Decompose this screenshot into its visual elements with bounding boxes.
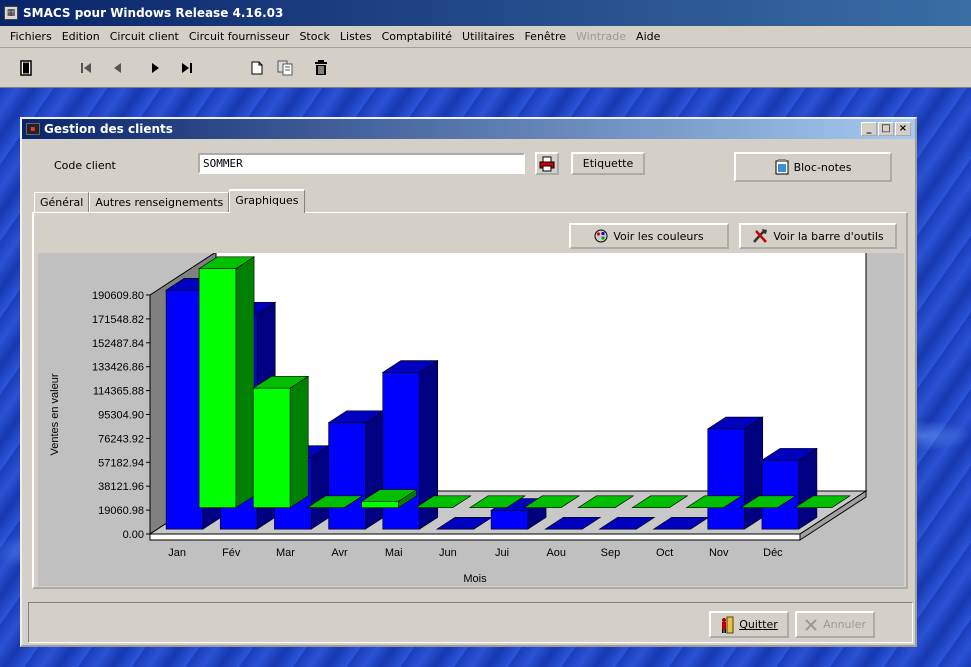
- bar: [361, 501, 399, 508]
- y-tick-label: 57182.94: [98, 457, 144, 469]
- tab-general[interactable]: Général: [34, 192, 90, 212]
- window-title-bar[interactable]: ▪ Gestion des clients _ □ ×: [22, 119, 915, 139]
- y-tick-label: 114365.88: [93, 386, 144, 398]
- bar: [490, 510, 529, 530]
- print-button[interactable]: [535, 152, 559, 175]
- y-tick-label: 38121.96: [98, 481, 144, 493]
- menu-edition[interactable]: Edition: [57, 30, 105, 43]
- tools-icon: [753, 229, 768, 243]
- first-record-icon[interactable]: [77, 59, 95, 77]
- y-tick-label: 190609.80: [92, 290, 144, 302]
- y-tick-label: 0.00: [123, 529, 144, 541]
- menu-utilitaires[interactable]: Utilitaires: [457, 30, 519, 43]
- delete-trash-icon[interactable]: [312, 59, 330, 77]
- bloc-notes-label: Bloc-notes: [793, 160, 852, 174]
- x-tick-label: Jun: [439, 547, 457, 559]
- notepad-icon: [775, 159, 789, 175]
- x-tick-label: Aou: [546, 547, 566, 559]
- y-tick-label: 95304.90: [98, 410, 144, 422]
- graphiques-panel: Voir les couleurs Voir la barre d'outils…: [32, 212, 908, 589]
- printer-icon: [539, 156, 555, 171]
- close-button[interactable]: ×: [895, 122, 911, 136]
- x-tick-label: Déc: [763, 547, 783, 559]
- x-tick-label: Fév: [222, 547, 241, 559]
- new-document-icon[interactable]: [248, 59, 266, 77]
- code-client-field[interactable]: SOMMER: [198, 153, 525, 174]
- x-tick-label: Jui: [495, 547, 509, 559]
- calculator-icon: ▦: [4, 6, 18, 20]
- toolbar: [0, 48, 971, 88]
- palette-icon: [594, 229, 608, 243]
- gestion-clients-window: ▪ Gestion des clients _ □ × Code client …: [20, 117, 917, 647]
- etiquette-label: Etiquette: [582, 157, 634, 170]
- menu-comptabilite[interactable]: Comptabilité: [377, 30, 457, 43]
- menu-aide[interactable]: Aide: [631, 30, 665, 43]
- quitter-button[interactable]: Quitter: [709, 611, 789, 638]
- annuler-label: Annuler: [823, 618, 866, 631]
- menu-bar: Fichiers Edition Circuit client Circuit …: [0, 26, 971, 48]
- last-record-icon[interactable]: [178, 59, 196, 77]
- cancel-icon: [805, 618, 817, 631]
- minimize-button[interactable]: _: [861, 122, 877, 136]
- x-tick-label: Jan: [168, 547, 186, 559]
- bar: [707, 428, 745, 530]
- y-tick-label: 133426.86: [92, 362, 144, 374]
- x-tick-label: Oct: [656, 547, 673, 559]
- annuler-button: Annuler: [795, 611, 875, 638]
- x-tick-label: Mar: [276, 547, 295, 559]
- code-client-label: Code client: [54, 159, 116, 172]
- exit-person-icon: [722, 616, 734, 633]
- x-tick-label: Sep: [601, 547, 621, 559]
- bloc-notes-button[interactable]: Bloc-notes: [734, 152, 892, 182]
- x-tick-label: Avr: [331, 547, 348, 559]
- bar: [252, 387, 291, 508]
- menu-fenetre[interactable]: Fenêtre: [519, 30, 571, 43]
- bar: [761, 459, 800, 530]
- copy-icon[interactable]: [276, 59, 294, 77]
- bar-side: [365, 410, 384, 530]
- bar-side: [744, 416, 764, 530]
- exit-door-icon[interactable]: [17, 59, 35, 77]
- menu-stock[interactable]: Stock: [294, 30, 334, 43]
- quitter-label: Quitter: [739, 618, 778, 631]
- bar-side: [798, 447, 818, 530]
- bar: [165, 289, 204, 530]
- app-title: SMACS pour Windows Release 4.16.03: [23, 6, 284, 20]
- bar-side: [310, 445, 330, 530]
- menu-circuit-fournisseur[interactable]: Circuit fournisseur: [184, 30, 295, 43]
- x-tick-label: Nov: [709, 547, 729, 559]
- window-title: Gestion des clients: [44, 122, 173, 136]
- y-tick-label: 171548.82: [92, 314, 144, 326]
- voir-couleurs-button[interactable]: Voir les couleurs: [569, 223, 729, 249]
- previous-record-icon[interactable]: [109, 59, 127, 77]
- menu-listes[interactable]: Listes: [335, 30, 377, 43]
- tab-graphiques[interactable]: Graphiques: [229, 189, 305, 213]
- maximize-button[interactable]: □: [878, 122, 894, 136]
- y-tick-label: 152487.84: [92, 338, 144, 350]
- bar-side: [235, 256, 255, 509]
- window-app-icon: ▪: [26, 123, 40, 135]
- voir-couleurs-label: Voir les couleurs: [613, 229, 704, 243]
- bar-side: [289, 375, 309, 509]
- menu-wintrade: Wintrade: [576, 30, 627, 43]
- tab-autres-renseignements[interactable]: Autres renseignements: [89, 192, 230, 212]
- voir-barre-outils-button[interactable]: Voir la barre d'outils: [739, 223, 897, 249]
- app-title-bar: ▦ SMACS pour Windows Release 4.16.03: [0, 0, 971, 26]
- x-axis-label: Mois: [463, 573, 487, 585]
- x-tick-label: Mai: [385, 547, 403, 559]
- voir-barre-outils-label: Voir la barre d'outils: [773, 229, 884, 243]
- y-axis-label: Ventes en valeur: [49, 373, 61, 455]
- sales-chart-area: 0.00 19060.98 38121.96 57182.94 76243.92 9530…: [38, 251, 904, 586]
- tab-strip: Général Autres renseignements Graphiques: [34, 189, 305, 213]
- sales-chart: 0.00 19060.98 38121.96 57182.94 76243.92 9530…: [49, 251, 868, 585]
- bar: [198, 268, 237, 508]
- next-record-icon[interactable]: [146, 59, 164, 77]
- menu-circuit-client[interactable]: Circuit client: [105, 30, 184, 43]
- bar: [328, 422, 366, 530]
- y-tick-label: 76243.92: [98, 433, 144, 445]
- etiquette-button[interactable]: Etiquette: [571, 152, 645, 175]
- chart-floor-edge: [149, 533, 801, 541]
- y-tick-label: 19060.98: [98, 505, 144, 517]
- menu-fichiers[interactable]: Fichiers: [5, 30, 57, 43]
